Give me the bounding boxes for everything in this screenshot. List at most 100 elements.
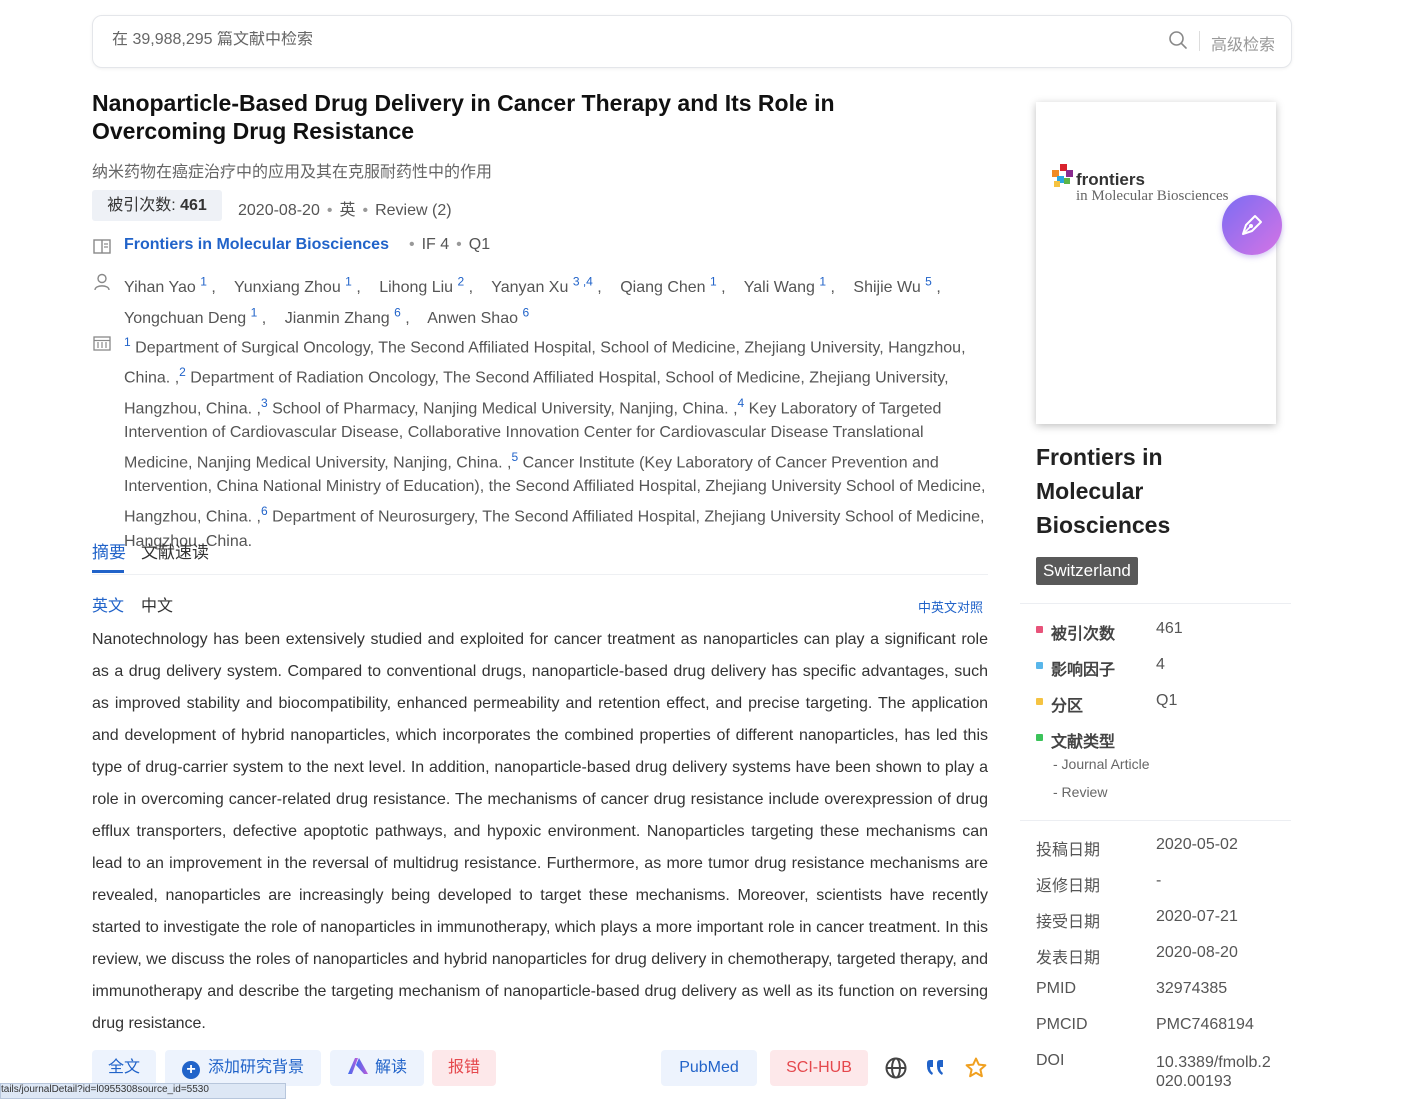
stat-color-marker	[1036, 698, 1043, 705]
author-name[interactable]: Yanyan Xu 3 ,4 ,	[491, 275, 602, 297]
author-separator: ,	[468, 279, 474, 297]
lang-chinese[interactable]: 中文	[141, 592, 173, 616]
date-value[interactable]: PMC7468194	[1156, 1016, 1254, 1034]
journal-link[interactable]: Frontiers in Molecular Biosciences	[124, 236, 389, 254]
author-separator: ,	[936, 279, 941, 297]
report-error-button[interactable]: 报错	[432, 1050, 496, 1086]
bilingual-compare-link[interactable]: 中英文对照	[918, 597, 983, 616]
stat-label: 分区	[1051, 698, 1084, 715]
stat-label: 文献类型	[1051, 734, 1116, 751]
user-icon	[94, 273, 110, 291]
author-affiliation-ref: 6	[394, 305, 401, 320]
journal-cover[interactable]: frontiers in Molecular Biosciences	[1036, 102, 1276, 424]
pen-icon	[1242, 215, 1262, 235]
author-separator: ,	[261, 309, 267, 327]
date-label: 接受日期	[1036, 914, 1101, 931]
author-affiliation-ref: 1	[345, 275, 352, 289]
status-bar-url: tails/journalDetail?id=l0955308source_id…	[0, 1083, 286, 1099]
content-tabs: 摘要 文献速读	[92, 538, 988, 575]
author-name[interactable]: Yunxiang Zhou 1 ,	[234, 275, 361, 297]
author-affiliation-ref: 1	[819, 275, 827, 289]
sidebar-journal-title: Frontiers in Molecular Biosciences	[1036, 444, 1171, 538]
date-value[interactable]: 32974385	[1156, 980, 1227, 998]
add-background-label: 添加研究背景	[207, 1059, 304, 1076]
affiliation-list: 1 Department of Surgical Oncology, The S…	[124, 330, 992, 554]
stat-color-marker	[1036, 626, 1043, 633]
author-affiliation-ref: 2	[457, 275, 465, 289]
quote-icon[interactable]	[924, 1056, 948, 1080]
meta-dot: •	[409, 236, 415, 253]
institution-icon	[93, 336, 111, 351]
tab-abstract[interactable]: 摘要	[92, 538, 126, 573]
fulltext-button[interactable]: 全文	[92, 1050, 156, 1086]
search-input[interactable]	[112, 31, 1112, 49]
quartile: Q1	[468, 236, 491, 253]
author-name-text: Yali Wang	[743, 279, 815, 297]
author-name-text: Qiang Chen	[620, 279, 706, 297]
impact-factor: IF 4	[421, 236, 450, 253]
meta-dot: •	[362, 202, 369, 219]
date-label: PMID	[1036, 980, 1076, 997]
citation-badge: 被引次数: 461	[92, 190, 222, 221]
pubmed-button[interactable]: PubMed	[661, 1050, 757, 1086]
author-affiliation-ref: 1	[710, 275, 717, 289]
author-name-text: Lihong Liu	[379, 279, 454, 297]
write-note-button[interactable]	[1222, 195, 1282, 255]
stat-color-marker	[1036, 662, 1043, 669]
author-name[interactable]: Qiang Chen 1 ,	[620, 275, 725, 297]
meta-dot: •	[326, 202, 333, 219]
author-separator: ,	[830, 279, 835, 297]
author-name[interactable]: Lihong Liu 2 ,	[379, 275, 474, 297]
author-affiliation-ref: 5	[925, 275, 932, 289]
language: 英	[339, 202, 356, 219]
affiliation-number: 6	[260, 504, 268, 519]
tab-quick-read[interactable]: 文献速读	[141, 538, 209, 563]
author-name[interactable]: Anwen Shao 6	[427, 305, 529, 326]
divider	[1020, 820, 1291, 821]
author-name-text: Yihan Yao	[124, 279, 196, 297]
scihub-button[interactable]: SCI-HUB	[770, 1050, 868, 1086]
affiliation-number: 3	[260, 395, 268, 410]
date-value: -	[1156, 872, 1162, 889]
abstract-text: Nanotechnology has been extensively stud…	[92, 631, 988, 1032]
author-name-text: Yanyan Xu	[491, 279, 569, 297]
interpret-button[interactable]: 解读	[330, 1050, 424, 1086]
date-label: 发表日期	[1036, 950, 1101, 967]
cover-journal-name: frontiers	[1076, 170, 1145, 189]
author-affiliation-ref: 3 ,4	[572, 275, 593, 289]
author-name[interactable]: Shijie Wu 5 ,	[853, 275, 941, 297]
affiliation-number: 1	[124, 335, 131, 349]
author-name[interactable]: Yali Wang 1 ,	[743, 275, 835, 297]
divider	[1020, 603, 1291, 604]
author-affiliation-ref: 1	[250, 305, 258, 320]
date-value: 2020-07-21	[1156, 908, 1238, 925]
article-title-zh: 纳米药物在癌症治疗中的应用及其在克服耐药性中的作用	[92, 164, 493, 181]
advanced-search-link[interactable]: 高级检索	[1211, 31, 1275, 55]
interpret-label: 解读	[374, 1059, 407, 1076]
author-separator: ,	[356, 279, 361, 297]
book-icon	[93, 239, 111, 254]
doc-type-item: - Review	[1053, 784, 1108, 800]
country-badge: Switzerland	[1036, 557, 1138, 585]
doi-link[interactable]: 10.3389/fmolb.2020.00193	[1156, 1053, 1276, 1091]
stat-value: Q1	[1156, 692, 1178, 709]
plus-icon: +	[181, 1061, 200, 1079]
author-name[interactable]: Yongchuan Deng 1 ,	[124, 305, 267, 327]
search-icon[interactable]	[1168, 30, 1188, 50]
ai-logo-icon	[347, 1058, 368, 1074]
add-background-button[interactable]: + 添加研究背景	[165, 1050, 321, 1086]
date-label: DOI	[1036, 1052, 1065, 1069]
stat-value: 4	[1156, 656, 1165, 673]
meta-dot: •	[456, 236, 462, 253]
citation-label: 被引次数:	[107, 197, 181, 214]
author-name[interactable]: Jianmin Zhang 6 ,	[285, 305, 410, 326]
author-separator: ,	[597, 279, 602, 297]
globe-icon[interactable]	[884, 1056, 908, 1080]
star-icon[interactable]	[964, 1056, 988, 1080]
affiliation-text: School of Pharmacy, Nanjing Medical Univ…	[267, 399, 738, 417]
author-name[interactable]: Yihan Yao 1 ,	[124, 275, 216, 297]
lang-english[interactable]: 英文	[92, 592, 124, 616]
stat-label: 被引次数	[1051, 626, 1116, 643]
author-list: Yihan Yao 1 , Yunxiang Zhou 1 , Lihong L…	[124, 270, 994, 331]
citation-count: 461	[180, 197, 207, 214]
